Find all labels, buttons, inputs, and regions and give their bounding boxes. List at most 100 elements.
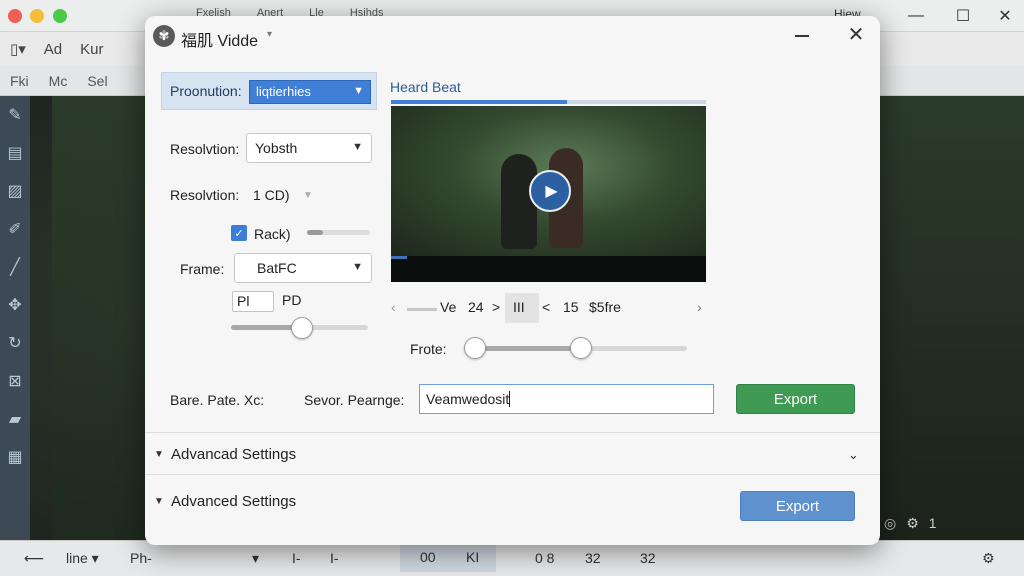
move-icon[interactable]: ✥	[0, 286, 30, 324]
bottom-item[interactable]: 0 8	[535, 550, 554, 566]
chevron-down-icon: ▼	[353, 85, 364, 97]
video-preview[interactable]: ▶	[391, 106, 706, 282]
crop-icon[interactable]: ⊠	[0, 362, 30, 400]
back-arrow-icon[interactable]: ⟵	[24, 550, 44, 567]
layers-icon[interactable]: ▤	[0, 134, 30, 172]
frate-label: Frote:	[410, 341, 447, 357]
rotate-icon[interactable]: ↻	[0, 324, 30, 362]
settings-gear-icon[interactable]: ⚙	[982, 550, 995, 567]
toolbar-item[interactable]: Kur	[80, 41, 103, 58]
section-divider	[145, 474, 880, 475]
play-icon[interactable]: ▶	[529, 170, 571, 212]
advanced-settings-row[interactable]: ▼ Advancad Settings ⌄	[145, 435, 880, 475]
export-button-label: Export	[775, 497, 820, 515]
triangle-down-icon: ▼	[154, 449, 164, 460]
frame-label: Frame:	[180, 261, 225, 277]
section-divider	[145, 432, 880, 433]
frate-high-thumb[interactable]	[570, 337, 592, 359]
frame-select[interactable]: BatFC ▼	[234, 253, 372, 283]
chevron-down-icon[interactable]: ▼	[303, 190, 313, 201]
pd-slider-thumb[interactable]	[291, 317, 314, 339]
info-icon[interactable]: ◎	[884, 515, 896, 532]
frate-low-thumb[interactable]	[464, 337, 486, 359]
canvas-badge: 1	[928, 515, 937, 531]
preview-title: Heard Beat	[390, 79, 461, 95]
nav-number: 24	[468, 299, 484, 315]
dropdown-caret-icon[interactable]: ▾	[252, 550, 259, 567]
rack-slider[interactable]	[307, 230, 370, 235]
resolution-label-secondary: Resolvtion:	[170, 187, 240, 203]
pronunciation-row: Proonution: liqtierhies ▼	[161, 72, 377, 110]
resolution-label: Resolvtion:	[170, 141, 240, 157]
toolbar-item[interactable]: Fki	[10, 73, 29, 89]
export-button-secondary[interactable]: Export	[740, 491, 855, 521]
advanced-settings-label: Advancad Settings	[171, 446, 297, 463]
bottom-item[interactable]: I-	[330, 550, 339, 566]
nav-label: Ve	[440, 299, 457, 315]
window-minimize-icon[interactable]: —	[905, 5, 927, 27]
step-back-icon[interactable]: <	[542, 299, 550, 315]
grid-icon[interactable]: ▦	[0, 438, 30, 476]
sevor-input[interactable]: Veamwedosit	[419, 384, 714, 414]
brush-icon[interactable]: ✎	[0, 96, 30, 134]
window-close-icon[interactable]: ✕	[994, 5, 1016, 27]
resolution-value-secondary[interactable]: 1 CD)	[253, 187, 290, 203]
dialog-minimize-button[interactable]	[792, 26, 812, 46]
bottom-item[interactable]: 32	[585, 550, 601, 566]
nav-number: 15	[563, 299, 579, 315]
dialog-title: 福肌 Vidde	[181, 33, 259, 50]
resolution-value: Yobsth	[255, 140, 298, 156]
prev-icon[interactable]: ‹	[391, 299, 396, 315]
triangle-down-icon: ▼	[154, 496, 164, 507]
pronunciation-select[interactable]: liqtierhies ▼	[249, 80, 371, 104]
maximize-dot-icon[interactable]	[53, 9, 67, 23]
rack-checkbox-label: Rack)	[254, 226, 291, 242]
pd-label: PD	[282, 292, 302, 308]
rack-slider-fill	[307, 230, 323, 235]
toolbar-item[interactable]: Ad	[44, 41, 62, 58]
chevron-down-icon[interactable]: ⌄	[848, 447, 859, 463]
preview-progress-fill	[391, 100, 568, 104]
frame-value: BatFC	[257, 260, 297, 276]
bottom-item[interactable]: I-	[292, 550, 301, 566]
rack-checkbox[interactable]: ✓	[231, 225, 247, 241]
bottom-item[interactable]: 32	[640, 550, 656, 566]
timecode-field[interactable]: 00 KI	[400, 544, 496, 572]
pen-icon[interactable]: ✐	[0, 210, 30, 248]
video-controls-bar	[391, 256, 706, 282]
bare-pate-label: Bare. Pate. Xc:	[170, 392, 265, 408]
dialog-close-button[interactable]: ✕	[845, 23, 867, 46]
title-dropdown-icon[interactable]: ▾	[267, 29, 272, 40]
chevron-down-icon: ▼	[352, 261, 363, 273]
close-dot-icon[interactable]	[8, 9, 22, 23]
toolbar-item[interactable]: Sel	[87, 73, 107, 89]
toolbar-item[interactable]: Mc	[49, 73, 68, 89]
line-dropdown[interactable]: line ▾	[66, 550, 99, 567]
bottom-bar: ⟵ line ▾ Ph- ▾ I- I- 32 32 0 8 ⚙	[0, 540, 1024, 576]
folder-icon[interactable]: ▯▾	[10, 40, 26, 58]
dialog-titlebar: ✾ 福肌 Vidde ▾ ✕	[145, 16, 880, 56]
pause-icon[interactable]: III	[513, 299, 525, 315]
pl-input[interactable]: Pl	[232, 291, 274, 312]
text-caret	[509, 391, 511, 407]
ph-label[interactable]: Ph-	[130, 550, 152, 566]
gear-icon[interactable]: ⚙	[906, 515, 919, 532]
timecode-unit: KI	[466, 549, 480, 565]
window-maximize-icon[interactable]: ☐	[952, 5, 974, 27]
sevor-label: Sevor. Pearnge:	[304, 392, 405, 408]
line-icon[interactable]: ╱	[0, 248, 30, 286]
minimize-dot-icon[interactable]	[30, 9, 44, 23]
nav-separator	[407, 308, 437, 311]
shape-icon[interactable]: ▰	[0, 400, 30, 438]
next-icon[interactable]: ›	[697, 299, 702, 315]
export-button[interactable]: Export	[736, 384, 855, 414]
pronunciation-label: Proonution:	[170, 83, 242, 99]
frate-range-fill	[475, 346, 581, 351]
background-canvas-frame	[880, 96, 1024, 540]
advanced-settings-label: Advanced Settings	[171, 493, 297, 510]
sevor-input-value: Veamwedosit	[426, 391, 510, 407]
image-icon[interactable]: ▨	[0, 172, 30, 210]
playback-nav-row: ‹ Ve 24 > III < 15 $5fre ›	[391, 293, 706, 323]
step-forward-icon[interactable]: >	[492, 299, 500, 315]
resolution-select[interactable]: Yobsth ▼	[246, 133, 372, 163]
